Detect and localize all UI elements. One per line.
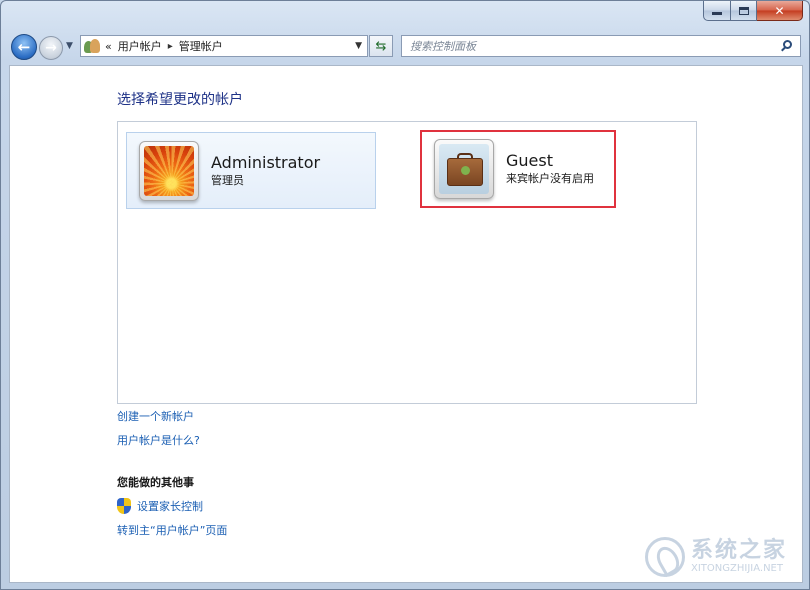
account-role: 来宾帐户没有启用 [506, 172, 594, 185]
maximize-button[interactable] [731, 1, 757, 21]
back-arrow-icon: ← [17, 38, 31, 56]
parental-controls-link[interactable]: 设置家长控制 [137, 498, 203, 514]
page-title: 选择希望更改的帐户 [117, 92, 243, 108]
uac-shield-icon [117, 498, 131, 514]
caption-buttons: ✕ [703, 1, 803, 21]
watermark-badge-icon [645, 537, 685, 577]
other-tasks-heading: 您能做的其他事 [117, 476, 194, 489]
account-name: Administrator [211, 152, 321, 172]
watermark-logo: 系统之家 XITONGZHIJIA.NET [645, 535, 795, 579]
create-account-link[interactable]: 创建一个新帐户 [117, 408, 194, 424]
breadcrumb-item-user-accounts[interactable]: 用户帐户 [118, 38, 162, 54]
breadcrumb-item-manage-accounts[interactable]: 管理帐户 [179, 38, 223, 54]
account-name: Guest [506, 151, 553, 170]
maximize-icon [738, 6, 749, 15]
refresh-button[interactable]: ⇆ [369, 35, 393, 57]
content-pane: 选择希望更改的帐户 Administrator 管理员 Guest 来宾帐户没有… [9, 65, 803, 583]
account-tile-administrator[interactable]: Administrator 管理员 [126, 132, 376, 209]
breadcrumb-overflow[interactable]: « [105, 40, 112, 53]
parental-controls-item[interactable]: 设置家长控制 [117, 498, 203, 514]
chevron-down-icon: ▼ [66, 41, 73, 51]
account-tile-guest[interactable]: Guest 来宾帐户没有启用 [420, 130, 616, 208]
breadcrumb-separator-icon[interactable]: ▸ [168, 41, 173, 52]
search-input[interactable] [410, 37, 780, 55]
address-bar[interactable]: « 用户帐户 ▸ 管理帐户 ▼ [80, 35, 368, 57]
minimize-button[interactable] [703, 1, 731, 21]
minimize-icon [712, 12, 722, 15]
back-button[interactable]: ← [11, 34, 37, 60]
forward-arrow-icon: → [45, 40, 57, 56]
close-icon: ✕ [774, 3, 785, 18]
search-icon[interactable] [780, 39, 794, 53]
main-user-accounts-link[interactable]: 转到主“用户帐户”页面 [117, 522, 227, 538]
users-icon [83, 37, 101, 55]
recent-pages-button[interactable]: ▼ [66, 41, 73, 51]
watermark-text: 系统之家 [691, 538, 788, 563]
account-list: Administrator 管理员 Guest 来宾帐户没有启用 [117, 121, 697, 404]
watermark-subtext: XITONGZHIJIA.NET [691, 563, 783, 574]
search-box [401, 35, 801, 57]
control-panel-window: ✕ ← → ▼ « 用户帐户 ▸ 管理帐户 ▼ ⇆ 选择希望更改的帐户 Admi… [0, 0, 810, 590]
close-button[interactable]: ✕ [757, 1, 803, 21]
refresh-icon: ⇆ [375, 38, 387, 54]
suitcase-avatar-icon [434, 139, 494, 199]
forward-button[interactable]: → [39, 36, 63, 60]
address-dropdown-icon[interactable]: ▼ [355, 41, 362, 51]
flower-avatar-icon [139, 140, 199, 201]
account-role: 管理员 [211, 173, 244, 187]
what-is-user-account-link[interactable]: 用户帐户是什么? [117, 432, 200, 448]
breadcrumb: « 用户帐户 ▸ 管理帐户 [105, 38, 355, 54]
